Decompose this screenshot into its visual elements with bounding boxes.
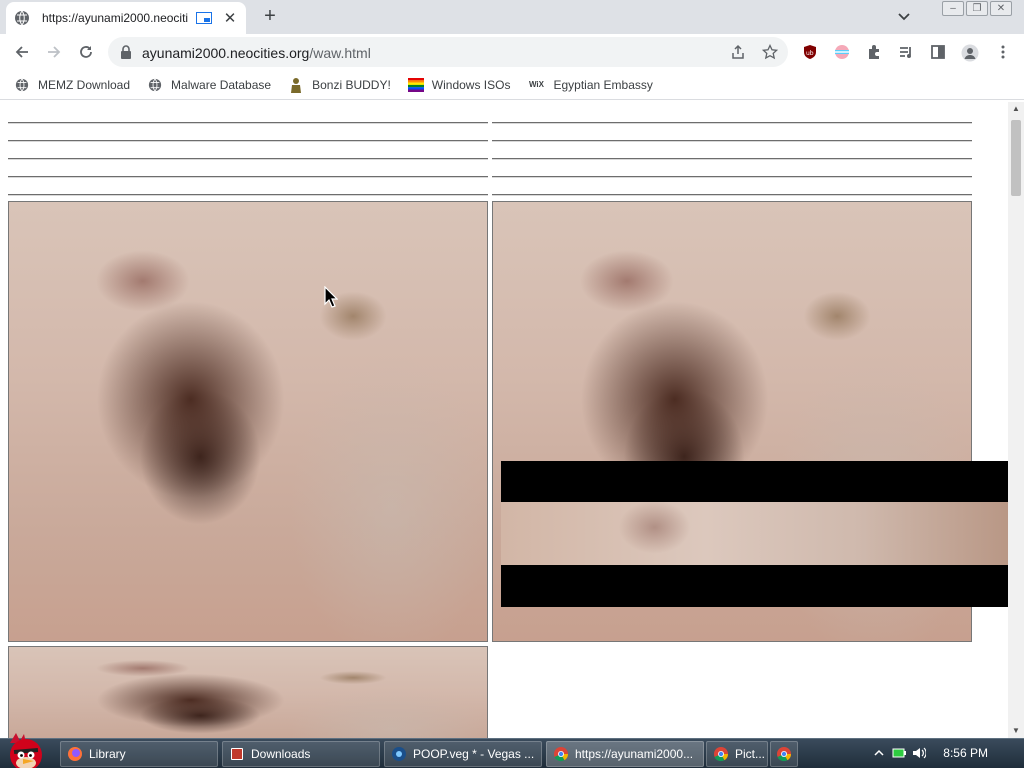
taskbar-label: https://ayunami2000... (575, 747, 694, 761)
bonzi-icon (288, 77, 304, 93)
tab-title: https://ayunami2000.neociti (42, 11, 189, 25)
horizontal-rule (492, 140, 972, 142)
new-tab-button[interactable]: + (260, 6, 280, 26)
firefox-icon (67, 746, 83, 762)
menu-icon[interactable] (995, 44, 1011, 60)
scroll-down-arrow-icon[interactable]: ▼ (1008, 724, 1024, 738)
bookmark-label: Malware Database (171, 77, 272, 92)
taskbar-label: POOP.veg * - Vegas ... (413, 747, 535, 761)
vertical-scrollbar[interactable]: ▲ ▼ (1008, 102, 1024, 738)
taskbar: Library Downloads POOP.veg * - Vegas ...… (0, 733, 1024, 768)
horizontal-rule (492, 122, 972, 124)
horizontal-rule (492, 194, 972, 196)
horizontal-rule (8, 122, 488, 124)
minimize-button[interactable]: – (942, 1, 964, 16)
taskbar-item-vegas[interactable]: POOP.veg * - Vegas ... (384, 741, 542, 767)
globe-icon (14, 77, 30, 93)
bookmarks-bar: MEMZ Download Malware Database Bonzi BUD… (0, 70, 1024, 100)
url-path: /waw.html (309, 45, 371, 61)
horizontal-rule (492, 158, 972, 160)
picture-in-picture-icon[interactable] (196, 12, 213, 24)
page-content[interactable] (0, 102, 1008, 738)
scrollbar-thumb[interactable] (1011, 120, 1021, 196)
black-overlay-bar (501, 565, 1008, 607)
bookmark-malware-database[interactable]: Malware Database (147, 77, 271, 93)
start-button[interactable] (2, 731, 50, 768)
rainbow-flag-icon (407, 77, 424, 93)
maximize-button[interactable]: ❐ (966, 1, 988, 16)
browser-tab[interactable]: https://ayunami2000.neociti ✕ (6, 2, 246, 34)
forward-icon (48, 46, 61, 58)
forward-button[interactable] (44, 42, 64, 62)
taskbar-item-chrome[interactable]: https://ayunami2000... (546, 741, 704, 767)
lock-icon[interactable] (120, 45, 132, 62)
horizontal-rule (492, 176, 972, 178)
media-icon[interactable] (898, 44, 914, 60)
angry-bird-icon (10, 733, 42, 768)
taskbar-item-downloads[interactable]: Downloads (222, 741, 380, 767)
horizontal-rule (8, 194, 488, 196)
taskbar-label: Downloads (251, 747, 311, 761)
ublock-icon[interactable]: ub (802, 44, 818, 60)
svg-text:ub: ub (806, 50, 814, 57)
chrome-icon (713, 746, 729, 762)
back-icon (15, 46, 28, 58)
bookmark-label: Windows ISOs (431, 77, 511, 92)
url-domain: ayunami2000.neocities.org (142, 45, 310, 61)
puzzle-icon[interactable] (866, 44, 882, 60)
mouse-cursor-icon (324, 286, 338, 308)
black-overlay-bar (501, 461, 1008, 502)
close-window-button[interactable]: ✕ (990, 1, 1012, 16)
address-bar[interactable]: ayunami2000.neocities.org/waw.html (108, 37, 788, 67)
bookmark-egyptian-embassy[interactable]: WiX Egyptian Embassy (527, 77, 653, 93)
globe-icon (147, 77, 163, 93)
bookmark-label: Bonzi BUDDY! (312, 77, 391, 92)
bookmark-label: MEMZ Download (38, 77, 131, 92)
horizontal-rule (8, 176, 488, 178)
taskbar-label: Pict... (735, 747, 766, 761)
dog-image (8, 201, 488, 642)
horizontal-rule (8, 140, 488, 142)
profile-icon[interactable] (961, 44, 979, 62)
scroll-up-arrow-icon[interactable]: ▲ (1008, 102, 1024, 116)
bookmark-memz-download[interactable]: MEMZ Download (14, 77, 130, 93)
bookmark-bonzi-buddy[interactable]: Bonzi BUDDY! (288, 77, 391, 93)
vegas-icon (391, 746, 407, 762)
bookmark-windows-isos[interactable]: Windows ISOs (407, 77, 511, 93)
url-text[interactable]: ayunami2000.neocities.org/waw.html (142, 45, 371, 61)
sidepanel-icon[interactable] (930, 44, 946, 60)
chrome-icon (553, 746, 569, 762)
volume-icon[interactable] (912, 747, 927, 762)
tray-expand-arrow-icon[interactable] (874, 747, 884, 761)
image-strip-overlay (501, 502, 1008, 565)
taskbar-item-pictures[interactable]: Pict... (706, 741, 768, 767)
chrome-icon (776, 746, 792, 762)
screen: https://ayunami2000.neociti ✕ + – ❐ ✕ ay… (0, 0, 1024, 768)
tab-close-button[interactable]: ✕ (222, 9, 238, 27)
tab-search-chevron-icon[interactable] (896, 8, 912, 24)
back-button[interactable] (12, 42, 32, 62)
folder-icon (229, 746, 245, 762)
dog-image (8, 646, 488, 738)
star-icon[interactable] (761, 43, 779, 60)
reload-icon (80, 46, 92, 58)
taskbar-label: Library (89, 747, 126, 761)
reload-button[interactable] (76, 42, 96, 62)
globe-icon (14, 10, 30, 26)
extension-icon[interactable] (834, 44, 850, 60)
battery-icon[interactable] (892, 747, 906, 762)
clock[interactable]: 8:56 PM (943, 746, 988, 760)
tab-strip: https://ayunami2000.neociti ✕ + – ❐ ✕ (0, 0, 1024, 34)
wix-icon: WiX (528, 80, 544, 89)
taskbar-item-library[interactable]: Library (60, 741, 218, 767)
browser-toolbar: ayunami2000.neocities.org/waw.html ub (0, 34, 1024, 70)
horizontal-rule (8, 158, 488, 160)
share-icon[interactable] (730, 44, 746, 60)
window-controls: – ❐ ✕ (942, 1, 1012, 16)
taskbar-item-chrome-extra[interactable] (770, 741, 798, 767)
bookmark-label: Egyptian Embassy (553, 77, 653, 92)
